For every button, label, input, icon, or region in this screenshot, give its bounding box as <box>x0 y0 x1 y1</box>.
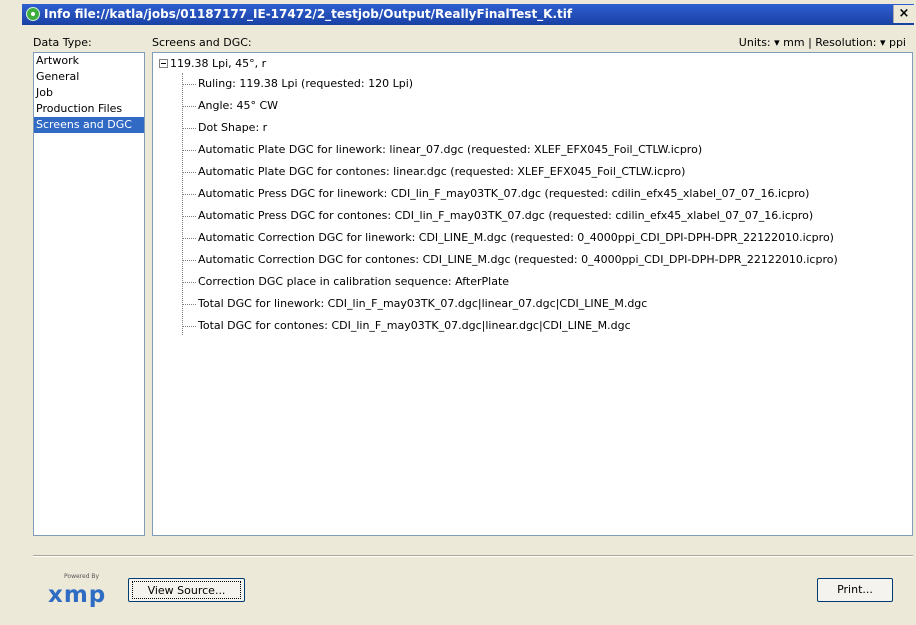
data-type-label: Data Type: <box>33 36 92 49</box>
tree-root-node[interactable]: 119.38 Lpi, 45°, r <box>159 57 266 71</box>
list-item-job[interactable]: Job <box>34 85 144 101</box>
title-bar[interactable]: Info file://katla/jobs/01187177_IE-17472… <box>22 4 914 25</box>
tree-item-correction-dgc-linework: Automatic Correction DGC for linework: C… <box>182 229 834 247</box>
tree-item-total-dgc-contones: Total DGC for contones: CDI_lin_F_may03T… <box>182 317 631 335</box>
units-resolution-selector[interactable]: Units: ▾ mm | Resolution: ▾ ppi <box>739 36 906 49</box>
footer-divider <box>33 555 913 557</box>
window-title: Info file://katla/jobs/01187177_IE-17472… <box>44 7 573 21</box>
tree-root-label: 119.38 Lpi, 45°, r <box>170 57 267 70</box>
tree-item-angle: Angle: 45° CW <box>182 97 278 115</box>
xmp-logo: Powered By xmp <box>46 573 120 609</box>
app-icon <box>26 7 40 21</box>
info-dialog: Info file://katla/jobs/01187177_IE-17472… <box>0 0 916 625</box>
data-type-list[interactable]: Artwork General Job Production Files Scr… <box>33 52 145 536</box>
screens-dgc-tree[interactable]: 119.38 Lpi, 45°, r Ruling: 119.38 Lpi (r… <box>152 52 913 536</box>
tree-item-correction-placement: Correction DGC place in calibration sequ… <box>182 273 509 291</box>
tree-item-correction-dgc-contones: Automatic Correction DGC for contones: C… <box>182 251 838 269</box>
tree-item-plate-dgc-linework: Automatic Plate DGC for linework: linear… <box>182 141 702 159</box>
view-source-label: View Source... <box>132 581 241 599</box>
powered-by-text: Powered By <box>64 573 100 580</box>
tree-item-ruling: Ruling: 119.38 Lpi (requested: 120 Lpi) <box>182 75 413 93</box>
view-source-button[interactable]: View Source... <box>128 578 245 602</box>
close-icon[interactable]: × <box>893 5 914 23</box>
list-item-general[interactable]: General <box>34 69 144 85</box>
tree-item-plate-dgc-contones: Automatic Plate DGC for contones: linear… <box>182 163 685 181</box>
tree-item-total-dgc-linework: Total DGC for linework: CDI_lin_F_may03T… <box>182 295 647 313</box>
list-item-screens-and-dgc[interactable]: Screens and DGC <box>34 117 144 133</box>
list-item-artwork[interactable]: Artwork <box>34 53 144 69</box>
tree-item-press-dgc-linework: Automatic Press DGC for linework: CDI_li… <box>182 185 809 203</box>
list-item-production-files[interactable]: Production Files <box>34 101 144 117</box>
tree-item-dot-shape: Dot Shape: r <box>182 119 267 137</box>
screens-dgc-label: Screens and DGC: <box>152 36 252 49</box>
collapse-icon[interactable] <box>159 59 168 68</box>
xmp-logo-text: xmp <box>48 582 107 608</box>
tree-item-press-dgc-contones: Automatic Press DGC for contones: CDI_li… <box>182 207 813 225</box>
print-button[interactable]: Print... <box>817 578 893 602</box>
